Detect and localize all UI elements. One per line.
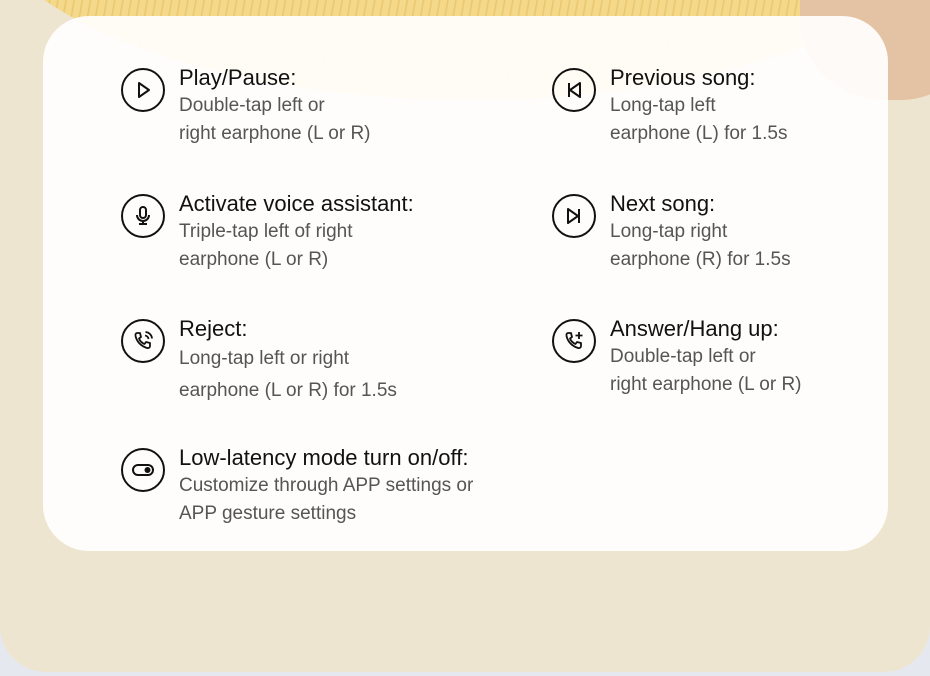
gesture-title: Reject: (179, 316, 248, 341)
gesture-title: Play/Pause: (179, 65, 297, 90)
gesture-card: Play/Pause: Double-tap left or right ear… (43, 16, 888, 551)
gesture-title: Activate voice assistant: (179, 191, 414, 216)
gesture-desc: Double-tap left or right earphone (L or … (179, 95, 371, 144)
phone-add-icon (552, 319, 596, 363)
gesture-desc: Long-tap left or right earphone (L or R)… (179, 348, 397, 401)
gesture-next-song: Next song: Long-tap right earphone (R) f… (552, 191, 791, 274)
microphone-icon (121, 194, 165, 238)
phone-ringing-icon (121, 319, 165, 363)
gesture-title: Previous song: (610, 65, 756, 90)
gesture-reject: Reject: Long-tap left or right earphone … (121, 316, 397, 407)
gesture-desc: Long-tap right earphone (R) for 1.5s (610, 221, 791, 270)
gesture-title: Low-latency mode turn on/off: (179, 445, 469, 470)
next-track-icon (552, 194, 596, 238)
gesture-previous-song: Previous song: Long-tap left earphone (L… (552, 65, 788, 148)
gesture-low-latency: Low-latency mode turn on/off: Customize … (121, 445, 474, 528)
gesture-title: Next song: (610, 191, 716, 216)
toggle-icon (121, 448, 165, 492)
previous-track-icon (552, 68, 596, 112)
play-icon (121, 68, 165, 112)
gesture-play-pause: Play/Pause: Double-tap left or right ear… (121, 65, 371, 148)
gesture-desc: Double-tap left or right earphone (L or … (610, 346, 802, 395)
gesture-desc: Customize through APP settings or APP ge… (179, 475, 474, 524)
gesture-answer-hang-up: Answer/Hang up: Double-tap left or right… (552, 316, 802, 399)
gesture-desc: Long-tap left earphone (L) for 1.5s (610, 95, 788, 144)
gesture-title: Answer/Hang up: (610, 316, 779, 341)
gesture-voice-assistant: Activate voice assistant: Triple-tap lef… (121, 191, 414, 274)
gesture-desc: Triple-tap left of right earphone (L or … (179, 221, 353, 270)
